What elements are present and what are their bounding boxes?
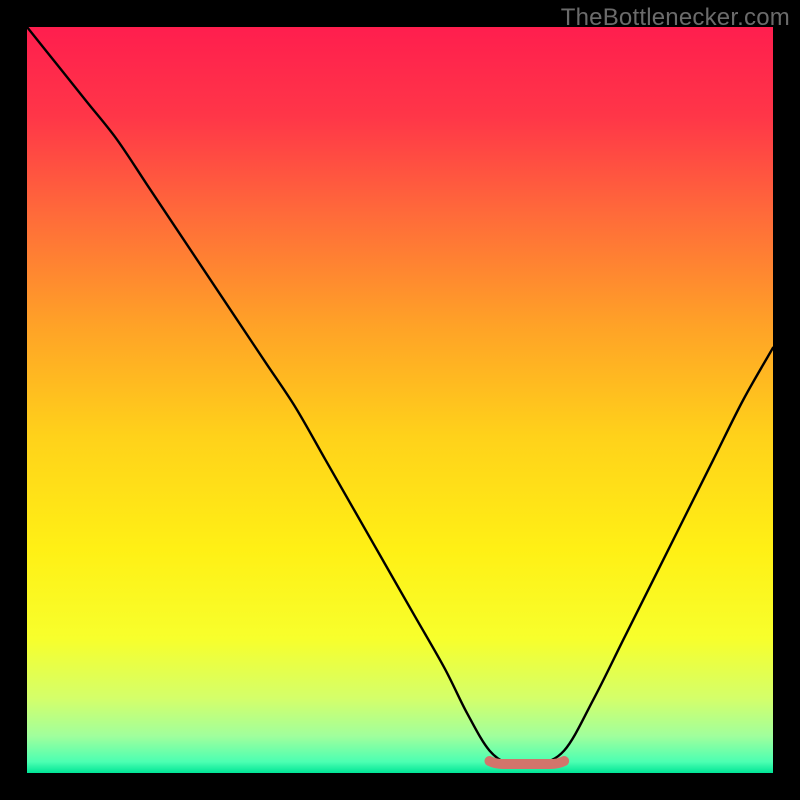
gradient-background [27,27,773,773]
watermark-text: TheBottleneсker.com [561,4,790,32]
bottleneck-chart [27,27,773,773]
recommended-range-marker [490,761,565,764]
plot-area [27,27,773,773]
chart-frame: TheBottleneсker.com [0,0,800,800]
